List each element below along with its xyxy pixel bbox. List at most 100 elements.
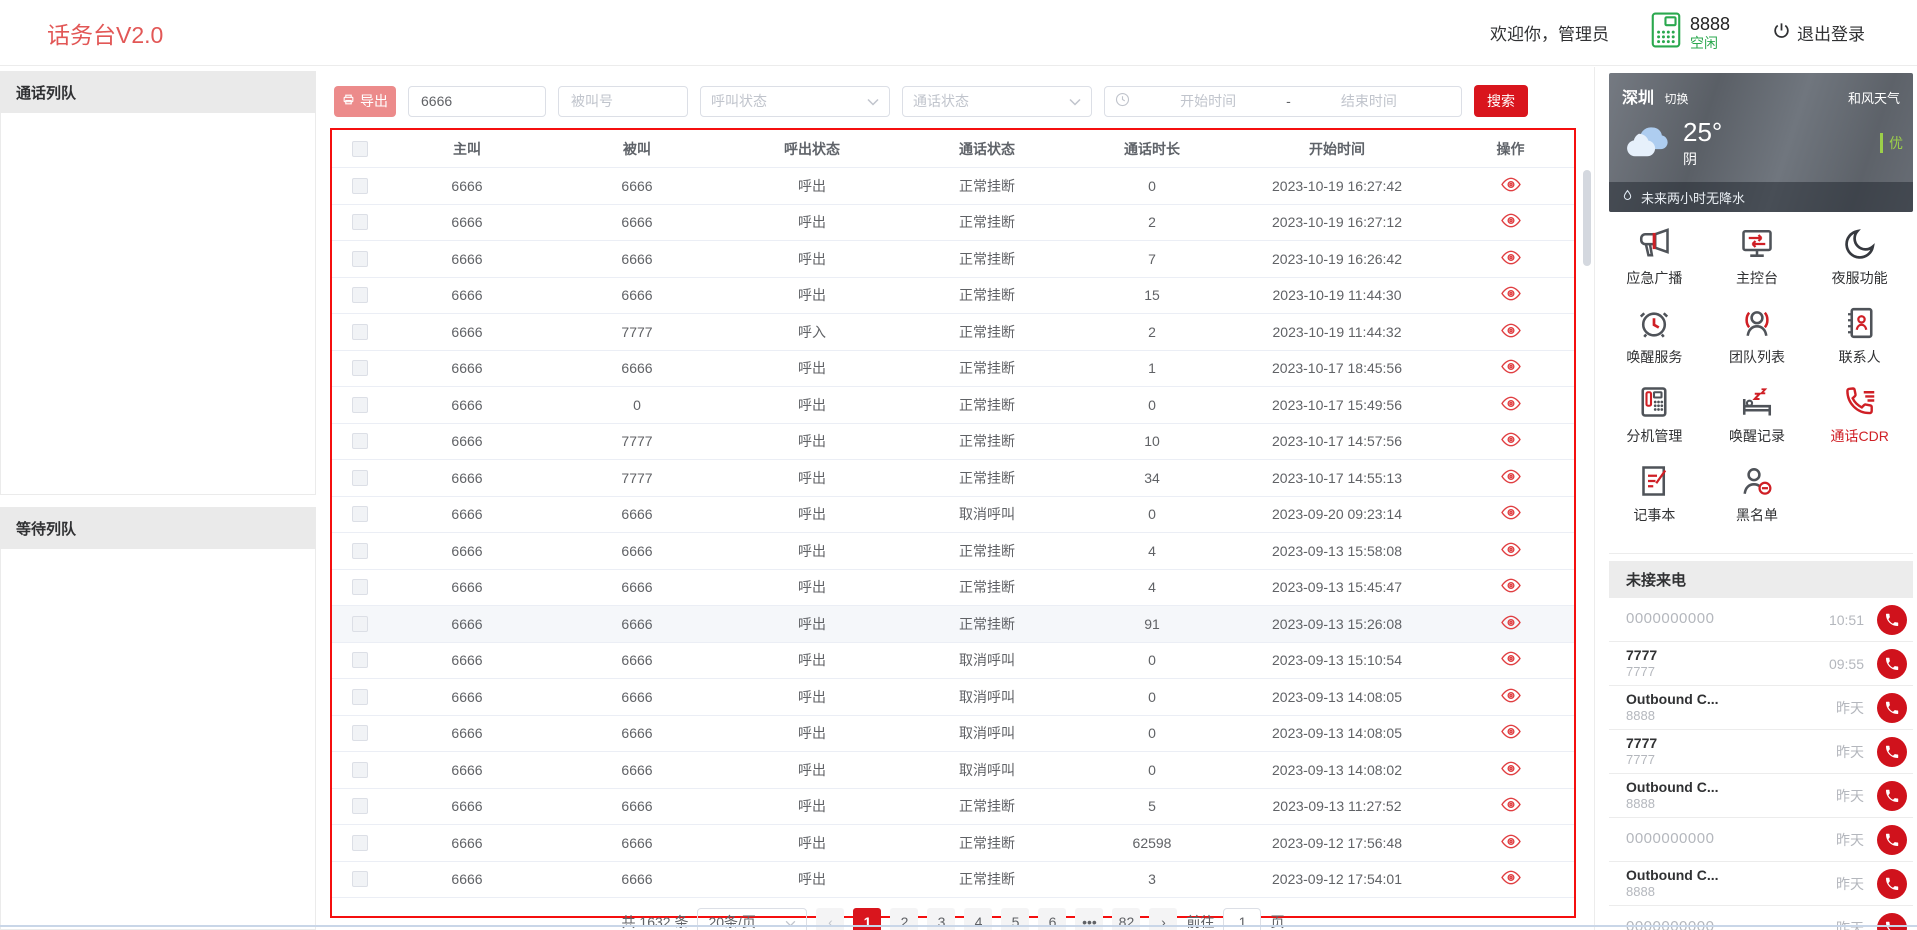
talk-status-select[interactable]: 通话状态 xyxy=(902,85,1092,117)
table-row[interactable]: 6666 7777 呼出 正常挂断 10 2023-10-17 14:57:56 xyxy=(332,424,1574,460)
table-row[interactable]: 6666 7777 呼入 正常挂断 2 2023-10-19 11:44:32 xyxy=(332,314,1574,351)
row-checkbox[interactable] xyxy=(351,761,368,778)
date-range-picker[interactable]: 开始时间 - 结束时间 xyxy=(1104,85,1462,117)
table-row[interactable]: 6666 7777 呼出 正常挂断 34 2023-10-17 14:55:13 xyxy=(332,460,1574,497)
app-shortcut-wake-record[interactable]: 唤醒记录 xyxy=(1706,383,1809,446)
row-checkbox[interactable] xyxy=(351,652,368,669)
view-detail-eye-icon[interactable] xyxy=(1500,651,1522,666)
caller-input[interactable]: 6666 xyxy=(408,85,546,117)
view-detail-eye-icon[interactable] xyxy=(1500,542,1522,557)
table-row[interactable]: 6666 6666 呼出 正常挂断 0 2023-10-19 16:27:42 xyxy=(332,168,1574,205)
table-row[interactable]: 6666 6666 呼出 取消呼叫 0 2023-09-13 14:08:05 xyxy=(332,679,1574,716)
call-queue-panel xyxy=(0,113,316,495)
weather-switch-city[interactable]: 切换 xyxy=(1664,92,1688,106)
scrollbar-thumb[interactable] xyxy=(1583,170,1591,266)
callee-input[interactable]: 被叫号 xyxy=(558,85,688,117)
cdr-table: 主叫 被叫 呼出状态 通话状态 通话时长 开始时间 操作 6666 6666 呼出 正常挂断… xyxy=(330,128,1576,930)
app-shortcut-desk-phone[interactable]: 分机管理 xyxy=(1603,383,1706,446)
callback-button[interactable] xyxy=(1877,780,1907,811)
table-row[interactable]: 6666 6666 呼出 正常挂断 15 2023-10-19 11:44:30 xyxy=(332,278,1574,314)
view-detail-eye-icon[interactable] xyxy=(1500,505,1522,520)
cell-start-time: 2023-10-17 18:45:56 xyxy=(1272,360,1402,377)
table-row[interactable]: 6666 6666 呼出 正常挂断 7 2023-10-19 16:26:42 xyxy=(332,241,1574,278)
view-detail-eye-icon[interactable] xyxy=(1500,688,1522,703)
view-detail-eye-icon[interactable] xyxy=(1500,578,1522,593)
app-shortcut-alarm-clock[interactable]: 唤醒服务 xyxy=(1603,304,1706,367)
callback-button[interactable] xyxy=(1877,736,1907,767)
row-checkbox[interactable] xyxy=(351,469,368,486)
view-detail-eye-icon[interactable] xyxy=(1500,323,1522,338)
cell-duration: 0 xyxy=(1148,652,1156,669)
row-checkbox[interactable] xyxy=(351,725,368,742)
view-detail-eye-icon[interactable] xyxy=(1500,250,1522,265)
logout-button[interactable]: 退出登录 xyxy=(1772,20,1865,45)
app-shortcut-console[interactable]: 主控台 xyxy=(1706,225,1809,288)
row-checkbox[interactable] xyxy=(351,360,368,377)
row-checkbox[interactable] xyxy=(351,214,368,231)
row-checkbox[interactable] xyxy=(351,798,368,815)
cell-callee: 6666 xyxy=(621,834,653,851)
cell-talk-status: 正常挂断 xyxy=(959,469,1015,486)
row-checkbox[interactable] xyxy=(351,177,368,194)
callback-button[interactable] xyxy=(1877,604,1907,635)
app-shortcut-contacts-book[interactable]: 联系人 xyxy=(1808,304,1911,367)
view-detail-eye-icon[interactable] xyxy=(1500,177,1522,192)
export-button[interactable]: 导出 xyxy=(334,85,396,117)
table-row[interactable]: 6666 6666 呼出 正常挂断 1 2023-10-17 18:45:56 xyxy=(332,351,1574,387)
row-checkbox[interactable] xyxy=(351,287,368,304)
row-checkbox[interactable] xyxy=(351,506,368,523)
row-checkbox[interactable] xyxy=(351,579,368,596)
table-row[interactable]: 6666 6666 呼出 取消呼叫 0 2023-09-20 09:23:14 xyxy=(332,497,1574,533)
view-detail-eye-icon[interactable] xyxy=(1500,213,1522,228)
table-row[interactable]: 6666 0 呼出 正常挂断 0 2023-10-17 15:49:56 xyxy=(332,387,1574,424)
view-detail-eye-icon[interactable] xyxy=(1500,724,1522,739)
row-checkbox[interactable] xyxy=(351,542,368,559)
call-status-select[interactable]: 呼叫状态 xyxy=(700,85,890,117)
moon-icon xyxy=(1841,225,1879,263)
table-row[interactable]: 6666 6666 呼出 正常挂断 91 2023-09-13 15:26:08 xyxy=(332,606,1574,643)
bottom-divider xyxy=(0,925,1917,927)
app-shortcut-call-cdr[interactable]: 通话CDR xyxy=(1808,383,1911,446)
row-checkbox[interactable] xyxy=(351,250,368,267)
view-detail-eye-icon[interactable] xyxy=(1500,834,1522,849)
app-shortcut-team[interactable]: 团队列表 xyxy=(1706,304,1809,367)
view-detail-eye-icon[interactable] xyxy=(1500,359,1522,374)
view-detail-eye-icon[interactable] xyxy=(1500,615,1522,630)
table-row[interactable]: 6666 6666 呼出 取消呼叫 0 2023-09-13 14:08:05 xyxy=(332,716,1574,752)
table-row[interactable]: 6666 6666 呼出 正常挂断 4 2023-09-13 15:45:47 xyxy=(332,570,1574,606)
select-all-checkbox[interactable] xyxy=(351,140,368,157)
row-checkbox[interactable] xyxy=(351,615,368,632)
table-row[interactable]: 6666 6666 呼出 正常挂断 3 2023-09-12 17:54:01 xyxy=(332,862,1574,898)
row-checkbox[interactable] xyxy=(351,871,368,888)
app-shortcut-notebook[interactable]: 记事本 xyxy=(1603,462,1706,525)
callback-button[interactable] xyxy=(1877,692,1907,723)
table-row[interactable]: 6666 6666 呼出 取消呼叫 0 2023-09-13 15:10:54 xyxy=(332,643,1574,679)
search-button[interactable]: 搜索 xyxy=(1474,85,1528,117)
view-detail-eye-icon[interactable] xyxy=(1500,396,1522,411)
callback-button[interactable] xyxy=(1877,824,1907,855)
view-detail-eye-icon[interactable] xyxy=(1500,870,1522,885)
row-checkbox[interactable] xyxy=(351,433,368,450)
row-checkbox[interactable] xyxy=(351,396,368,413)
cell-caller: 6666 xyxy=(451,360,483,377)
app-shortcut-megaphone[interactable]: 应急广播 xyxy=(1603,225,1706,288)
table-row[interactable]: 6666 6666 呼出 正常挂断 4 2023-09-13 15:58:08 xyxy=(332,533,1574,570)
cell-caller: 6666 xyxy=(451,761,483,778)
table-row[interactable]: 6666 6666 呼出 正常挂断 2 2023-10-19 16:27:12 xyxy=(332,205,1574,241)
view-detail-eye-icon[interactable] xyxy=(1500,469,1522,484)
callback-button[interactable] xyxy=(1877,912,1907,930)
row-checkbox[interactable] xyxy=(351,323,368,340)
app-shortcut-blacklist[interactable]: 黑名单 xyxy=(1706,462,1809,525)
view-detail-eye-icon[interactable] xyxy=(1500,797,1522,812)
callback-button[interactable] xyxy=(1877,868,1907,899)
table-row[interactable]: 6666 6666 呼出 正常挂断 62598 2023-09-12 17:56… xyxy=(332,825,1574,862)
table-row[interactable]: 6666 6666 呼出 取消呼叫 0 2023-09-13 14:08:02 xyxy=(332,752,1574,789)
view-detail-eye-icon[interactable] xyxy=(1500,432,1522,447)
view-detail-eye-icon[interactable] xyxy=(1500,761,1522,776)
row-checkbox[interactable] xyxy=(351,688,368,705)
app-shortcut-moon[interactable]: 夜服功能 xyxy=(1808,225,1911,288)
table-row[interactable]: 6666 6666 呼出 正常挂断 5 2023-09-13 11:27:52 xyxy=(332,789,1574,825)
view-detail-eye-icon[interactable] xyxy=(1500,286,1522,301)
row-checkbox[interactable] xyxy=(351,834,368,851)
callback-button[interactable] xyxy=(1877,648,1907,679)
